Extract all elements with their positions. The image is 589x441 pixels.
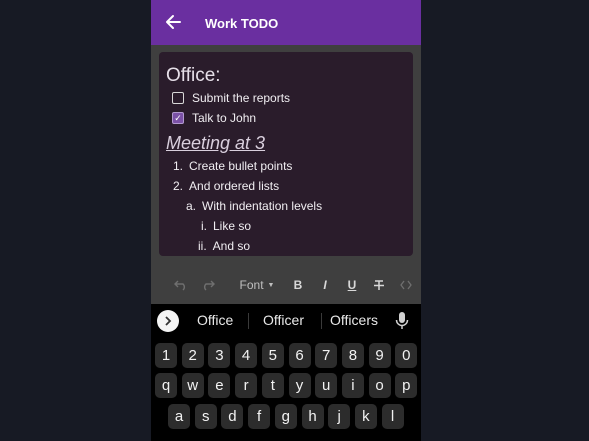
- key[interactable]: 5: [261, 343, 284, 368]
- key[interactable]: 9: [368, 343, 391, 368]
- key[interactable]: g: [274, 404, 297, 429]
- italic-button[interactable]: I: [318, 277, 332, 293]
- key[interactable]: s: [194, 404, 217, 429]
- key[interactable]: e: [208, 373, 231, 398]
- key[interactable]: y: [288, 373, 311, 398]
- redo-icon[interactable]: [200, 277, 216, 293]
- key[interactable]: l: [381, 404, 404, 429]
- app-bar: Work TODO: [151, 0, 421, 45]
- chevron-right-icon[interactable]: [157, 310, 179, 332]
- key[interactable]: 6: [288, 343, 311, 368]
- list-item: 1. Create bullet points: [173, 159, 292, 173]
- list-item: a. With indentation levels: [186, 199, 322, 213]
- checkbox-checked[interactable]: ✓: [172, 112, 184, 124]
- bold-button[interactable]: B: [291, 277, 305, 293]
- checklist-item-label: Submit the reports: [192, 91, 291, 105]
- key[interactable]: r: [235, 373, 258, 398]
- key[interactable]: w: [181, 373, 204, 398]
- note-subheading: Meeting at 3: [166, 133, 266, 153]
- list-marker: a.: [186, 199, 197, 213]
- list-item-text: Create bullet points: [189, 159, 293, 173]
- suggestion-divider: [321, 313, 322, 329]
- list-item-text: And ordered lists: [189, 179, 280, 193]
- list-marker: i.: [201, 219, 207, 233]
- list-item-text: And so: [212, 239, 251, 253]
- key[interactable]: 3: [208, 343, 231, 368]
- key[interactable]: 4: [235, 343, 258, 368]
- list-marker: 1.: [173, 159, 184, 173]
- key[interactable]: j: [328, 404, 351, 429]
- font-dropdown-label: Font: [239, 278, 264, 292]
- key[interactable]: 1: [155, 343, 177, 368]
- list-item: ii. And so: [198, 239, 250, 253]
- page-title: Work TODO: [205, 16, 279, 31]
- key[interactable]: 7: [315, 343, 338, 368]
- key[interactable]: t: [261, 373, 284, 398]
- list-item: 2. And ordered lists: [173, 179, 279, 193]
- phone-screen: Work TODO Office: Submit the reports ✓ T…: [151, 0, 421, 441]
- list-item-text: Like so: [213, 219, 252, 233]
- key[interactable]: d: [221, 404, 244, 429]
- caret-down-icon: ▼: [267, 281, 275, 289]
- soft-keyboard: Office Officer Officers 1234567890 qwert…: [151, 304, 421, 441]
- suggestion-strip: Office Officer Officers: [151, 304, 421, 338]
- note-heading: Office:: [166, 65, 221, 86]
- key[interactable]: 8: [341, 343, 364, 368]
- strikethrough-icon[interactable]: [372, 277, 386, 293]
- checklist-item-label: Talk to John: [192, 111, 257, 125]
- undo-icon[interactable]: [173, 277, 189, 293]
- key[interactable]: h: [301, 404, 324, 429]
- suggestion-word[interactable]: Officers: [330, 312, 378, 328]
- checklist-item: Submit the reports: [172, 90, 290, 106]
- suggestion-word[interactable]: Officer: [263, 312, 304, 328]
- suggestion-divider: [248, 313, 249, 329]
- list-marker: 2.: [173, 179, 184, 193]
- note-editor[interactable]: Office: Submit the reports ✓ Talk to Joh…: [159, 52, 413, 256]
- key[interactable]: i: [341, 373, 364, 398]
- key[interactable]: 2: [181, 343, 204, 368]
- arrow-left-icon[interactable]: [163, 11, 183, 33]
- key[interactable]: o: [368, 373, 391, 398]
- key[interactable]: q: [155, 373, 177, 398]
- formatting-toolbar: Font ▼ B I U: [151, 270, 421, 300]
- checkbox-unchecked[interactable]: [172, 92, 184, 104]
- mic-icon[interactable]: [395, 311, 409, 331]
- list-item-text: With indentation levels: [202, 199, 323, 213]
- key[interactable]: f: [248, 404, 271, 429]
- font-dropdown[interactable]: Font ▼: [237, 277, 277, 293]
- checklist-item: ✓ Talk to John: [172, 110, 256, 126]
- key[interactable]: k: [354, 404, 377, 429]
- code-icon[interactable]: [399, 277, 413, 293]
- key[interactable]: u: [315, 373, 338, 398]
- key[interactable]: a: [168, 404, 190, 429]
- list-item: i. Like so: [201, 219, 251, 233]
- underline-button[interactable]: U: [345, 277, 359, 293]
- suggestion-word[interactable]: Office: [197, 312, 233, 328]
- key[interactable]: 0: [395, 343, 418, 368]
- key[interactable]: p: [395, 373, 418, 398]
- list-marker: ii.: [198, 239, 207, 253]
